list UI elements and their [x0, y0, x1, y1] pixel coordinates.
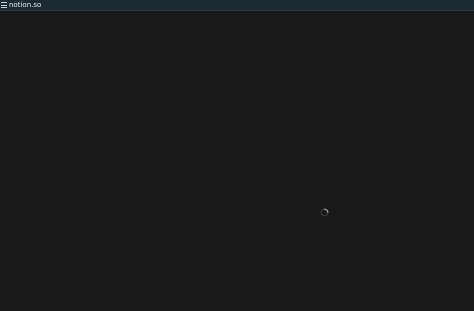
page-content-area [0, 11, 474, 311]
menu-icon[interactable] [1, 2, 7, 8]
browser-top-bar: notion.so [0, 0, 474, 11]
site-title: notion.so [9, 0, 42, 9]
loading-spinner-icon [320, 204, 329, 217]
